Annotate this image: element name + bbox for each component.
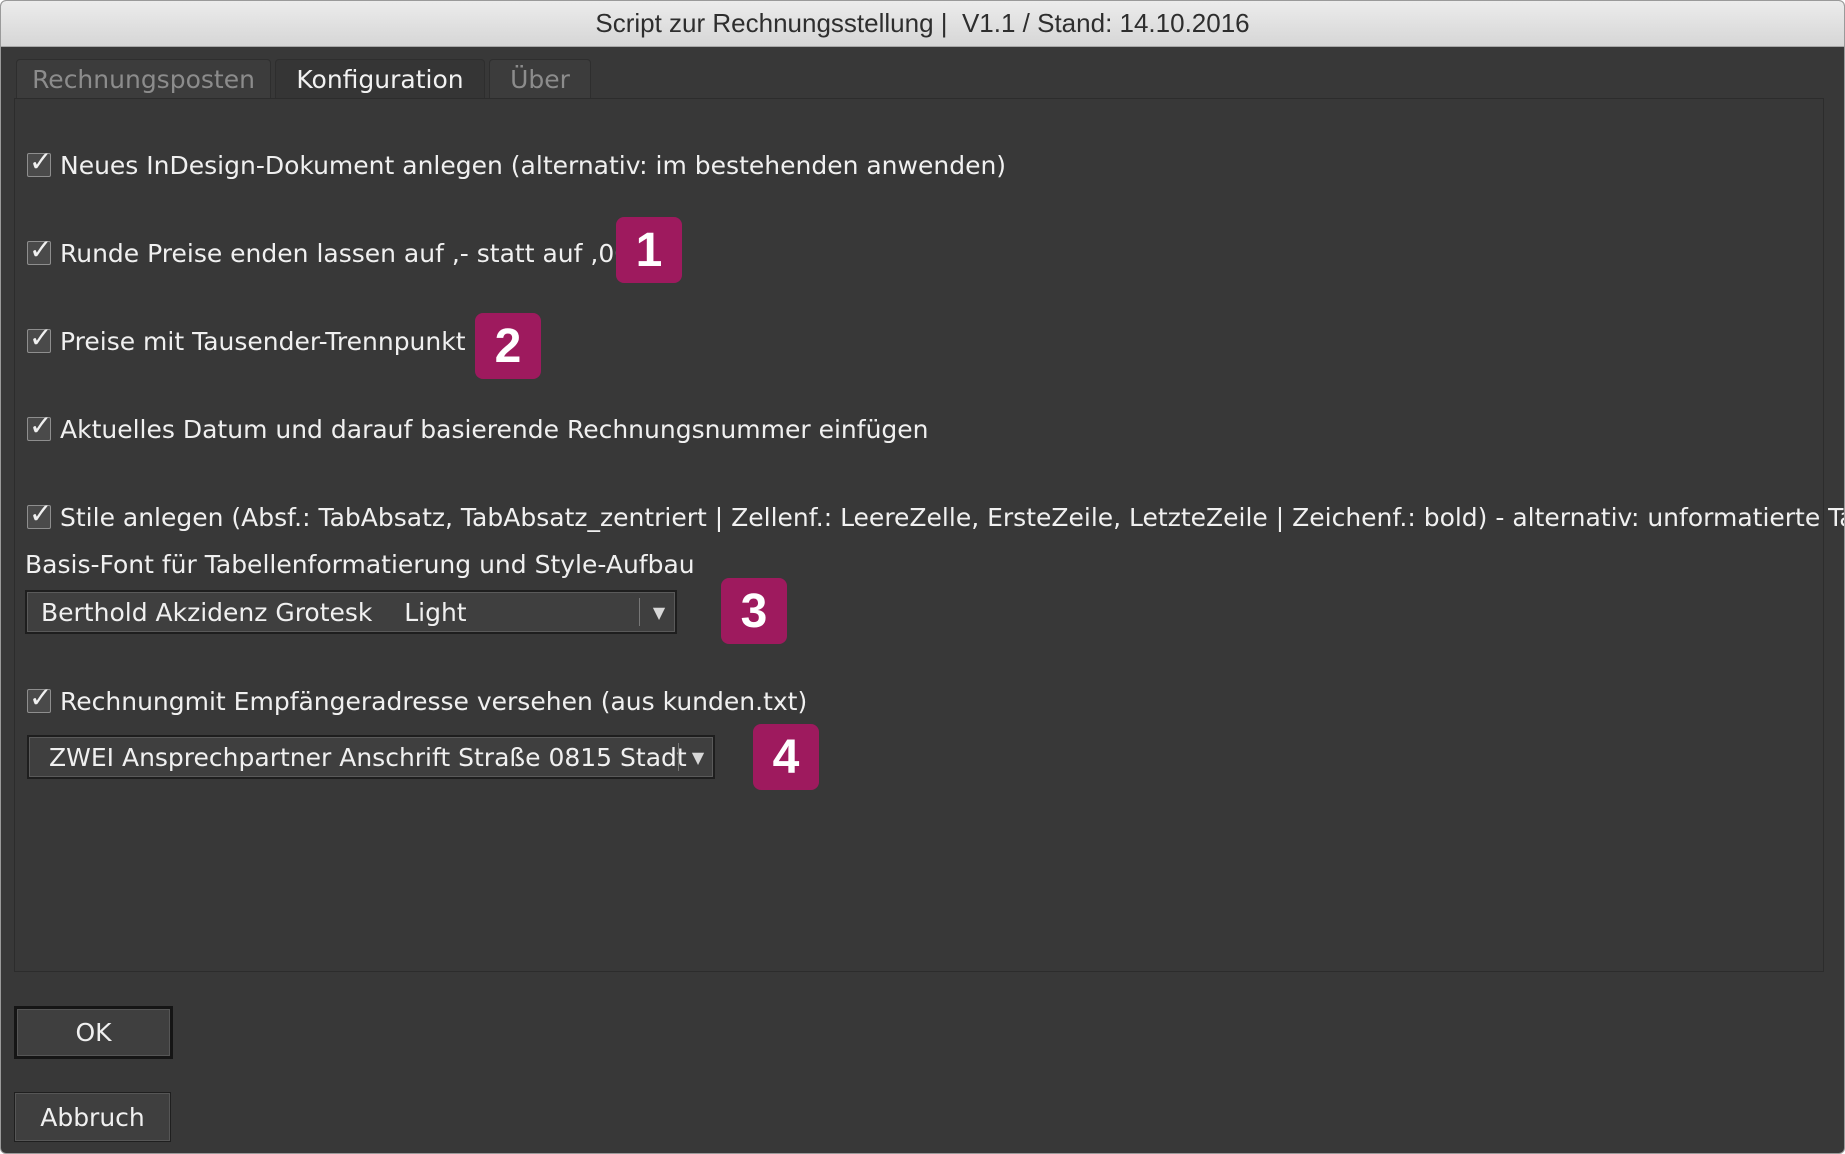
checkmark-icon: ✓ <box>29 681 53 714</box>
create-styles-checkbox[interactable]: ✓ <box>27 498 52 530</box>
dropdown-separator <box>639 598 640 626</box>
option-new-document[interactable]: ✓ Neues InDesign-Dokument anlegen (alter… <box>27 146 1007 181</box>
cancel-button[interactable]: Abbruch <box>14 1092 171 1142</box>
callout-badge-4: 4 <box>753 724 819 790</box>
current-date-checkbox[interactable]: ✓ <box>27 410 52 442</box>
recipient-address-label: Rechnungmit Empfängeradresse versehen (a… <box>60 686 808 716</box>
base-font-value: Berthold Akzidenz Grotesk Light <box>41 597 467 627</box>
address-dropdown[interactable]: ZWEI Ansprechpartner Anschrift Straße 08… <box>27 735 715 779</box>
window-title: Script zur Rechnungsstellung | V1.1 / St… <box>595 8 1250 38</box>
dropdown-separator <box>678 743 679 771</box>
checkmark-icon: ✓ <box>29 497 53 530</box>
round-prices-label: Runde Preise enden lassen auf ,- statt a… <box>60 238 631 268</box>
option-round-prices[interactable]: ✓ Runde Preise enden lassen auf ,- statt… <box>27 234 631 269</box>
thousand-separator-label: Preise mit Tausender-Trennpunkt <box>60 326 466 356</box>
option-create-styles[interactable]: ✓ Stile anlegen (Absf.: TabAbsatz, TabAb… <box>27 498 1845 533</box>
thousand-separator-checkbox[interactable]: ✓ <box>27 322 52 354</box>
checkmark-icon: ✓ <box>29 233 53 266</box>
title-bar: Script zur Rechnungsstellung | V1.1 / St… <box>1 1 1844 47</box>
callout-badge-3: 3 <box>721 578 787 644</box>
base-font-label: Basis-Font für Tabellenformatierung und … <box>25 550 695 579</box>
create-styles-label: Stile anlegen (Absf.: TabAbsatz, TabAbsa… <box>60 502 1845 532</box>
callout-badge-2: 2 <box>475 313 541 379</box>
recipient-address-checkbox[interactable]: ✓ <box>27 682 52 714</box>
tab-rechnungsposten[interactable]: Rechnungsposten <box>16 59 271 99</box>
configuration-panel <box>14 98 1824 972</box>
checkmark-icon: ✓ <box>29 409 53 442</box>
new-document-checkbox[interactable]: ✓ <box>27 146 52 178</box>
checkmark-icon: ✓ <box>29 321 53 354</box>
dialog-window: Script zur Rechnungsstellung | V1.1 / St… <box>0 0 1845 1154</box>
chevron-down-icon: ▼ <box>691 747 705 767</box>
option-thousand-separator[interactable]: ✓ Preise mit Tausender-Trennpunkt <box>27 322 466 357</box>
tab-konfiguration[interactable]: Konfiguration <box>275 59 485 99</box>
tab-ueber[interactable]: Über <box>489 59 591 99</box>
option-recipient-address[interactable]: ✓ Rechnungmit Empfängeradresse versehen … <box>27 682 808 717</box>
ok-button[interactable]: OK <box>14 1006 173 1059</box>
checkmark-icon: ✓ <box>29 145 53 178</box>
new-document-label: Neues InDesign-Dokument anlegen (alterna… <box>60 150 1007 180</box>
chevron-down-icon: ▼ <box>652 602 666 622</box>
option-current-date[interactable]: ✓ Aktuelles Datum und darauf basierende … <box>27 410 929 445</box>
current-date-label: Aktuelles Datum und darauf basierende Re… <box>60 414 929 444</box>
round-prices-checkbox[interactable]: ✓ <box>27 234 52 266</box>
base-font-dropdown[interactable]: Berthold Akzidenz Grotesk Light ▼ <box>25 590 677 634</box>
address-value: ZWEI Ansprechpartner Anschrift Straße 08… <box>49 742 687 772</box>
callout-badge-1: 1 <box>616 217 682 283</box>
